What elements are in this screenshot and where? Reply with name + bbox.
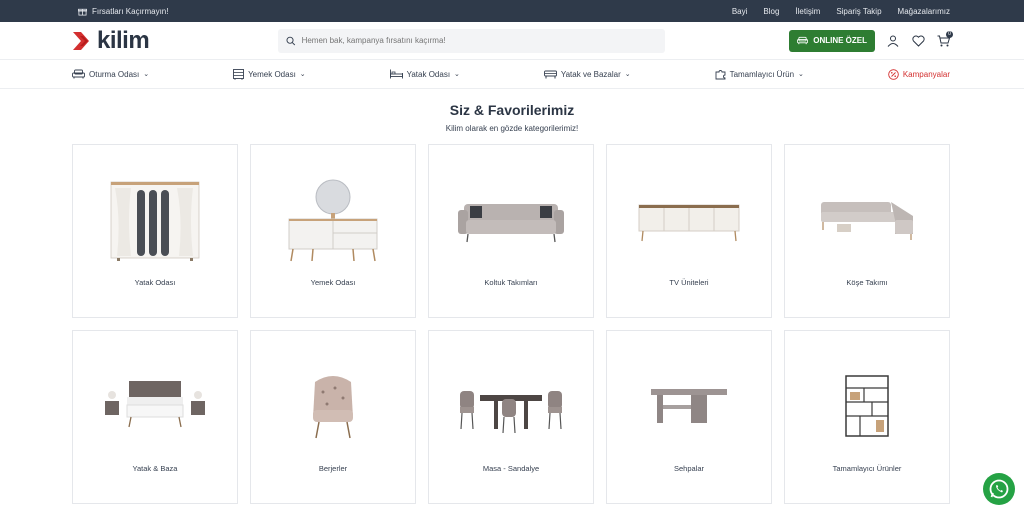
chevron-down-icon: ⌄ xyxy=(143,71,150,78)
category-card[interactable]: Yemek Odası xyxy=(250,144,416,318)
nav-label: Yatak Odası xyxy=(406,69,451,79)
shelf-image xyxy=(807,362,927,452)
nav-label: Kampanyalar xyxy=(902,69,950,79)
cart-count-badge: 0 xyxy=(946,30,953,38)
search-icon xyxy=(286,36,296,45)
nav-yemek-odasi[interactable]: Yemek Odası ⌄ xyxy=(233,68,306,80)
category-card[interactable]: TV Üniteleri xyxy=(606,144,772,318)
whatsapp-button[interactable] xyxy=(983,473,1015,505)
percent-badge-icon xyxy=(888,68,899,80)
coffee-table-image xyxy=(629,362,749,452)
category-card[interactable]: Sehpalar xyxy=(606,330,772,504)
category-card[interactable]: Tamamlayıcı Ürünler xyxy=(784,330,950,504)
cart-icon[interactable]: 0 xyxy=(936,30,953,48)
category-card[interactable]: Masa - Sandalye xyxy=(428,330,594,504)
chevron-down-icon: ⌄ xyxy=(624,71,631,78)
sofa-image xyxy=(451,176,571,266)
nav-label: Yemek Odası xyxy=(248,69,296,79)
link-iletisim[interactable]: İletişim xyxy=(795,7,820,16)
category-nav: Oturma Odası ⌄ Yemek Odası ⌄ Yatak Odası… xyxy=(0,60,1024,89)
armchair-image xyxy=(273,362,393,452)
nav-kampanyalar[interactable]: Kampanyalar xyxy=(888,68,950,80)
heart-icon[interactable] xyxy=(911,34,925,48)
bed-image xyxy=(95,362,215,452)
category-card[interactable]: Köşe Takımı xyxy=(784,144,950,318)
chevron-down-icon: ⌄ xyxy=(454,71,460,78)
puzzle-icon xyxy=(715,69,726,79)
promo[interactable]: Fırsatları Kaçırmayın! xyxy=(78,7,168,16)
header: kilim ONLINE ÖZEL 0 xyxy=(0,22,1024,60)
mattress-icon xyxy=(543,70,557,79)
category-label: Yatak Odası xyxy=(134,277,176,287)
link-siparis-takip[interactable]: Sipariş Takip xyxy=(836,7,881,16)
cabinet-icon xyxy=(233,68,245,80)
whatsapp-icon xyxy=(989,479,1009,499)
category-label: Masa - Sandalye xyxy=(482,463,540,473)
category-label: Sehpalar xyxy=(673,463,705,473)
category-card[interactable]: Yatak & Baza xyxy=(72,330,238,504)
logo-chevron-icon xyxy=(73,31,89,50)
chevron-down-icon: ⌄ xyxy=(299,71,306,78)
category-label: Berjerler xyxy=(318,463,348,473)
tv-unit-image xyxy=(629,176,749,266)
nav-label: Oturma Odası xyxy=(89,69,140,79)
nav-label: Tamamlayıcı Ürün xyxy=(729,69,795,79)
chevron-down-icon: ⌄ xyxy=(798,71,804,78)
section-title: Siz & Favorilerimiz xyxy=(449,102,575,118)
category-card[interactable]: Yatak Odası xyxy=(72,144,238,318)
dining-set-image xyxy=(451,362,571,452)
logo-text: kilim xyxy=(97,26,150,54)
nav-tamamlayici-urun[interactable]: Tamamlayıcı Ürün ⌄ xyxy=(715,69,804,80)
online-ozel-label: ONLINE ÖZEL xyxy=(813,36,867,45)
user-icon[interactable] xyxy=(886,34,900,48)
nav-label: Yatak ve Bazalar xyxy=(560,69,621,79)
promo-text: Fırsatları Kaçırmayın! xyxy=(92,6,169,16)
category-card[interactable]: Koltuk Takımları xyxy=(428,144,594,318)
link-magazalarimiz[interactable]: Mağazalarımız xyxy=(898,7,950,16)
category-label: Yatak & Baza xyxy=(132,463,178,473)
category-label: TV Üniteleri xyxy=(669,277,709,287)
category-label: Tamamlayıcı Ürünler xyxy=(832,463,902,473)
category-card[interactable]: Berjerler xyxy=(250,330,416,504)
corner-sofa-image xyxy=(807,176,927,266)
category-grid: Yatak Odası Yemek Odası Koltuk Takımları… xyxy=(72,144,950,504)
nav-yatak-odasi[interactable]: Yatak Odası ⌄ xyxy=(389,69,460,79)
logo[interactable]: kilim xyxy=(72,27,278,55)
bed-icon xyxy=(389,69,403,79)
top-bar: Fırsatları Kaçırmayın! Bayi Blog İletişi… xyxy=(0,0,1024,22)
search-bar[interactable] xyxy=(278,28,665,53)
sideboard-image xyxy=(273,176,393,266)
wardrobe-image xyxy=(95,176,215,266)
gift-icon xyxy=(78,8,87,16)
online-ozel-button[interactable]: ONLINE ÖZEL xyxy=(789,29,875,52)
section-subtitle: Kilim olarak en gözde kategorilerimiz! xyxy=(445,124,579,133)
nav-oturma-odasi[interactable]: Oturma Odası ⌄ xyxy=(72,69,149,79)
sofa-icon xyxy=(797,36,809,45)
search-input[interactable] xyxy=(301,36,657,45)
link-bayi[interactable]: Bayi xyxy=(732,7,748,16)
sofa-icon xyxy=(72,69,85,79)
category-label: Koltuk Takımları xyxy=(484,277,538,287)
category-label: Yemek Odası xyxy=(310,277,356,287)
link-blog[interactable]: Blog xyxy=(763,7,779,16)
nav-yatak-ve-bazalar[interactable]: Yatak ve Bazalar ⌄ xyxy=(543,69,631,79)
category-label: Köşe Takımı xyxy=(846,277,888,287)
